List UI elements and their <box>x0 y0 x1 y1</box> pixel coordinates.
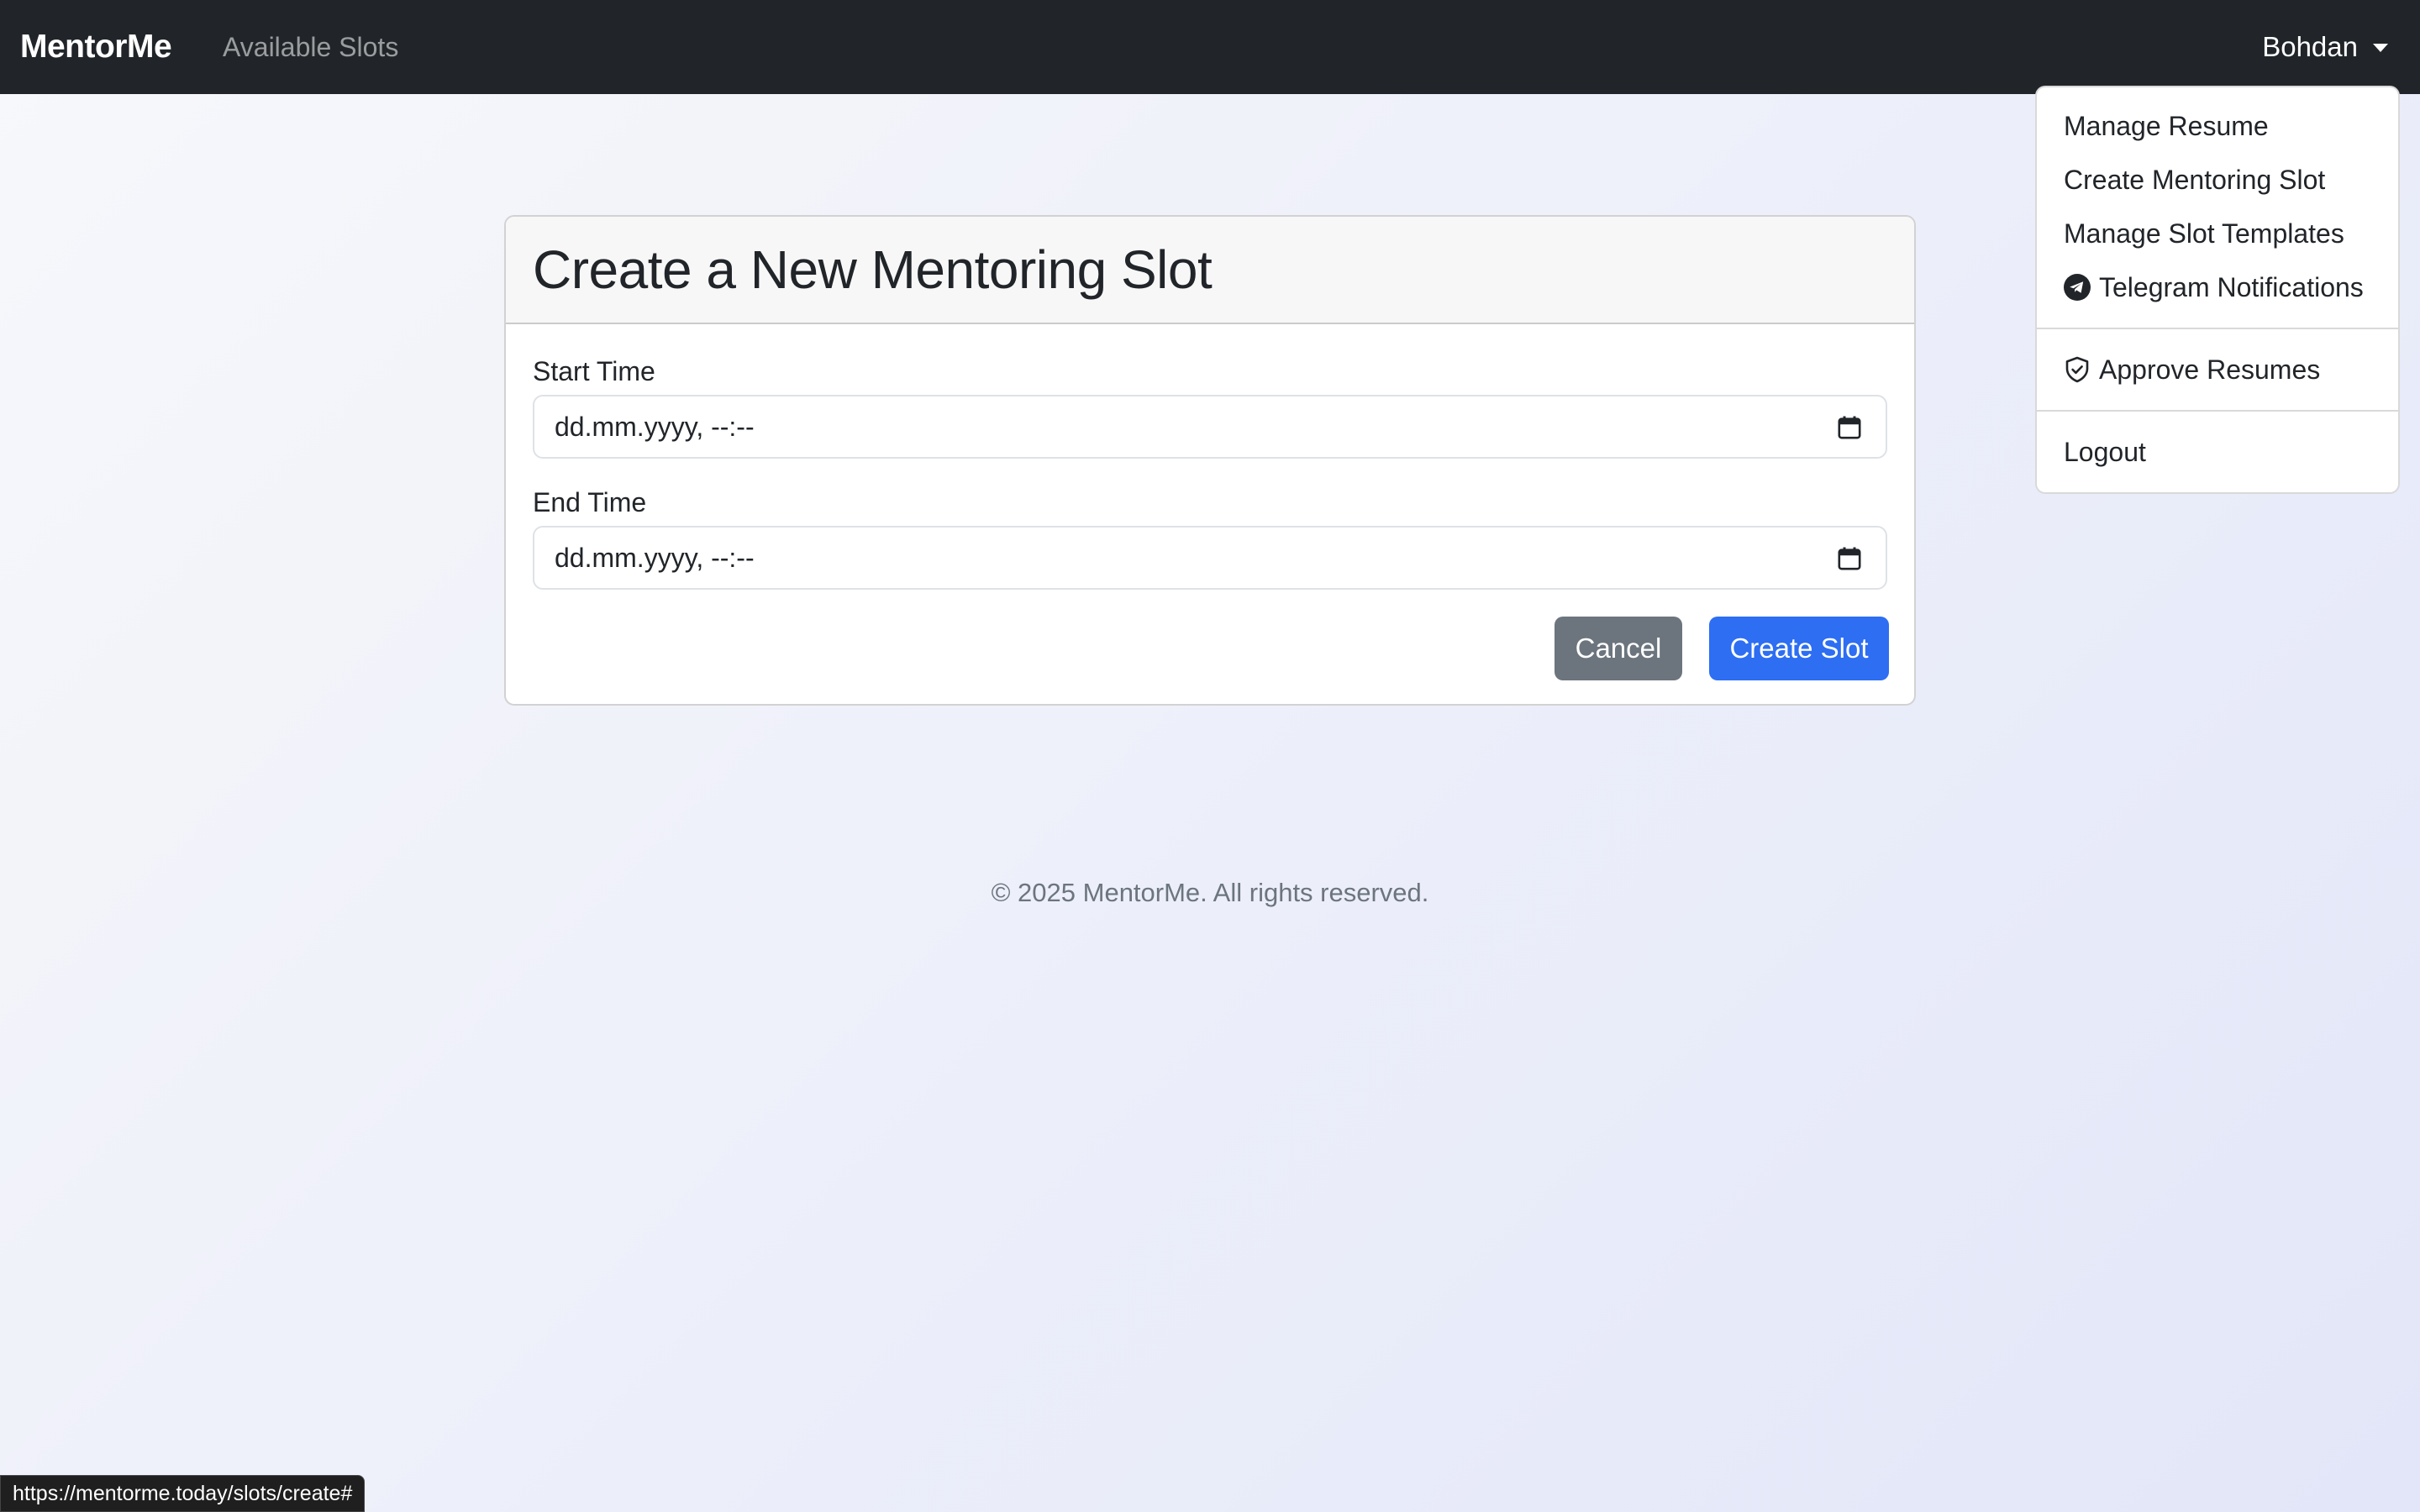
cancel-button[interactable]: Cancel <box>1555 617 1682 680</box>
menu-item-label: Telegram Notifications <box>2099 271 2364 302</box>
footer-copyright: © 2025 MentorMe. All rights reserved. <box>991 878 1429 907</box>
start-time-label: Start Time <box>533 356 655 386</box>
menu-item-logout[interactable]: Logout <box>2037 425 2398 479</box>
calendar-icon[interactable] <box>1837 415 1862 440</box>
calendar-icon[interactable] <box>1837 546 1862 571</box>
menu-divider <box>2037 328 2398 329</box>
card-header: Create a New Mentoring Slot <box>506 217 1914 324</box>
nav-link-available-slots[interactable]: Available Slots <box>223 0 398 94</box>
caret-down-icon <box>2373 44 2388 52</box>
menu-item-label: Logout <box>2064 436 2146 467</box>
menu-item-create-mentoring-slot[interactable]: Create Mentoring Slot <box>2037 153 2398 207</box>
user-name: Bohdan <box>2262 31 2358 62</box>
top-navbar: MentorMe Available Slots Bohdan <box>0 0 2420 94</box>
menu-item-label: Manage Resume <box>2064 110 2269 141</box>
menu-item-approve-resumes[interactable]: Approve Resumes <box>2037 343 2398 396</box>
end-time-input[interactable]: dd.mm.yyyy, --:-- <box>533 526 1887 590</box>
create-slot-card: Create a New Mentoring Slot Start Time d… <box>504 215 1916 706</box>
menu-item-manage-slot-templates[interactable]: Manage Slot Templates <box>2037 207 2398 260</box>
browser-status-bar: https://mentorme.today/slots/create# <box>0 1475 366 1512</box>
page-title: Create a New Mentoring Slot <box>533 239 1213 300</box>
end-time-label: End Time <box>533 487 647 517</box>
create-slot-button[interactable]: Create Slot <box>1709 617 1889 680</box>
menu-item-label: Create Mentoring Slot <box>2064 164 2326 195</box>
menu-divider <box>2037 410 2398 412</box>
telegram-icon <box>2064 274 2091 301</box>
menu-item-telegram-notifications[interactable]: Telegram Notifications <box>2037 260 2398 314</box>
start-time-input[interactable]: dd.mm.yyyy, --:-- <box>533 395 1887 459</box>
user-dropdown-menu: Manage Resume Create Mentoring Slot Mana… <box>2035 86 2400 494</box>
shield-check-icon <box>2064 356 2091 383</box>
menu-item-manage-resume[interactable]: Manage Resume <box>2037 99 2398 153</box>
end-time-value: dd.mm.yyyy, --:-- <box>555 542 755 573</box>
menu-item-label: Manage Slot Templates <box>2064 218 2344 249</box>
menu-item-label: Approve Resumes <box>2099 354 2321 385</box>
user-menu-toggle[interactable]: Bohdan <box>2262 0 2388 94</box>
start-time-value: dd.mm.yyyy, --:-- <box>555 411 755 442</box>
brand-logo[interactable]: MentorMe <box>20 0 172 94</box>
